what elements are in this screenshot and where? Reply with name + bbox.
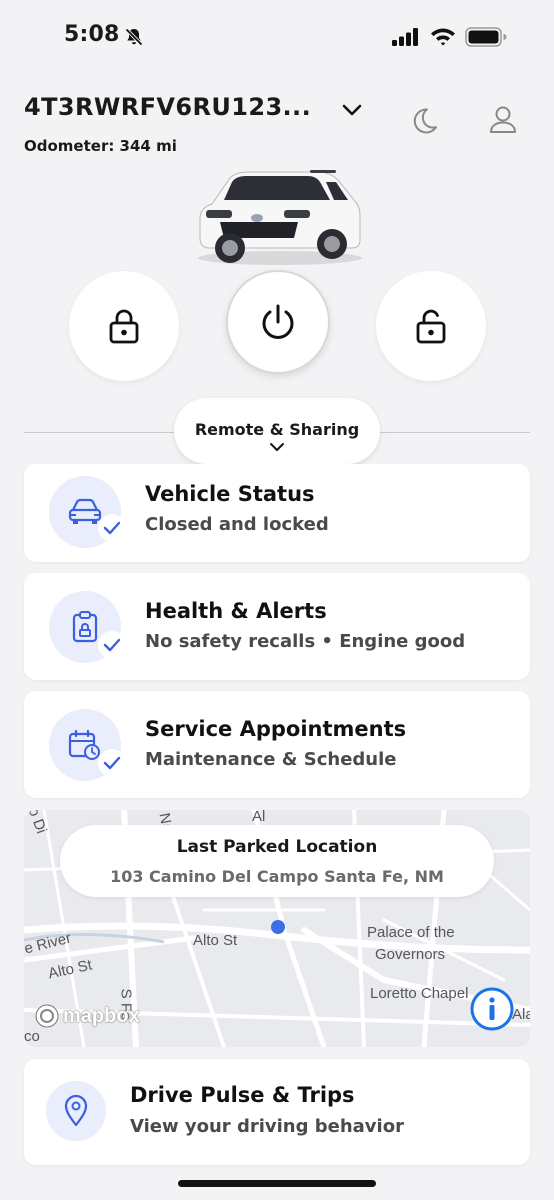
mapbox-wordmark: mapbox (63, 1004, 140, 1027)
health-alerts-card[interactable]: Health & Alerts No safety recalls • Engi… (24, 573, 530, 680)
info-icon[interactable] (470, 987, 514, 1031)
remote-sharing-button[interactable]: Remote & Sharing (174, 398, 380, 464)
odometer-reading: Odometer: 344 mi (24, 137, 177, 155)
mapbox-logo: mapbox (34, 1003, 140, 1029)
unlock-button[interactable] (376, 271, 486, 381)
map-place-label: Palace of the (367, 924, 455, 941)
map-street-label: Al (252, 810, 266, 825)
last-parked-map-card[interactable]: Alto St e River Alto St Palace of the Go… (24, 810, 530, 1047)
vehicle-image (198, 170, 362, 265)
last-parked-address: 103 Camino Del Campo Santa Fe, NM (110, 867, 444, 886)
unlock-icon (416, 309, 446, 344)
moon-icon[interactable] (409, 106, 439, 136)
battery-icon (465, 27, 507, 47)
power-icon (262, 304, 294, 339)
clipboard-icon (72, 611, 98, 643)
map-street-label: Alto St (193, 932, 238, 949)
profile-icon[interactable] (487, 104, 519, 136)
card-subtitle: No safety recalls • Engine good (145, 631, 466, 652)
chevron-down-icon (270, 443, 284, 451)
wifi-icon (431, 28, 455, 46)
last-parked-location-pill[interactable]: Last Parked Location 103 Camino Del Camp… (60, 825, 494, 897)
bell-muted-icon (125, 28, 143, 46)
drive-pulse-card[interactable]: Drive Pulse & Trips View your driving be… (24, 1059, 530, 1165)
card-subtitle: Closed and locked (145, 514, 329, 535)
status-time: 5:08 (64, 22, 120, 47)
status-bar: 5:08 (0, 0, 554, 78)
card-icon-background (46, 1081, 106, 1141)
car-icon (68, 498, 102, 524)
lock-button[interactable] (69, 271, 179, 381)
map-place-label: Governors (375, 946, 446, 963)
card-subtitle: View your driving behavior (130, 1116, 404, 1137)
checkmark-icon (98, 631, 126, 659)
service-appointments-card[interactable]: Service Appointments Maintenance & Sched… (24, 691, 530, 798)
checkmark-icon (98, 749, 126, 777)
card-subtitle: Maintenance & Schedule (145, 749, 397, 770)
map-street-label: Alar (512, 1006, 530, 1023)
map-street-label: co (24, 1028, 40, 1045)
home-indicator[interactable] (178, 1180, 376, 1187)
card-title: Health & Alerts (145, 599, 327, 623)
remote-sharing-label: Remote & Sharing (194, 420, 360, 439)
location-pin-icon (64, 1095, 88, 1127)
map-place-label: Loretto Chapel (370, 985, 469, 1002)
vehicle-status-card[interactable]: Vehicle Status Closed and locked (24, 464, 530, 562)
calendar-clock-icon (68, 729, 100, 760)
card-title: Drive Pulse & Trips (130, 1083, 355, 1107)
vehicle-vin-title[interactable]: 4T3RWRFV6RU123... (24, 93, 311, 121)
checkmark-icon (98, 514, 126, 542)
card-title: Vehicle Status (145, 482, 315, 506)
last-parked-title: Last Parked Location (176, 837, 378, 857)
card-title: Service Appointments (145, 717, 407, 741)
chevron-down-icon[interactable] (340, 100, 364, 120)
cellular-signal-icon (392, 28, 418, 46)
lock-icon (109, 309, 139, 344)
mapbox-mark-icon (35, 1004, 59, 1028)
engine-start-button[interactable] (226, 270, 330, 374)
